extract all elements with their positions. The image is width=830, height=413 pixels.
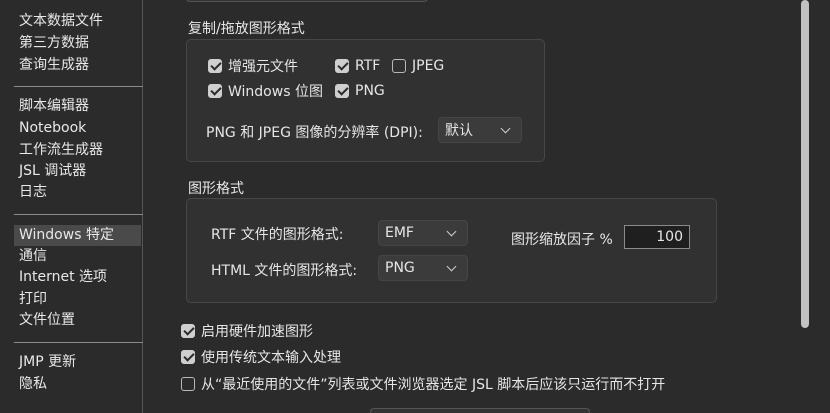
checkbox-box[interactable] <box>335 59 349 73</box>
sidebar-divider <box>14 86 143 87</box>
sidebar-item-log[interactable]: 日志 <box>14 182 141 203</box>
sidebar-item-file-locations[interactable]: 文件位置 <box>14 310 141 331</box>
sidebar-divider <box>14 342 143 343</box>
graphics-format-section-title: 图形格式 <box>188 181 244 197</box>
sidebar-item-workflow-builder[interactable]: 工作流生成器 <box>14 140 141 161</box>
sidebar-item-jmp-updates[interactable]: JMP 更新 <box>14 352 141 373</box>
checkbox-box[interactable] <box>181 350 195 364</box>
checkbox-box[interactable] <box>181 377 195 391</box>
checkbox-label: 启用硬件加速图形 <box>201 324 313 340</box>
chevron-down-icon <box>446 261 457 272</box>
preferences-sidebar: 文本数据文件 第三方数据 查询生成器 脚本编辑器 Notebook 工作流生成器… <box>14 0 143 413</box>
rtf-format-dropdown[interactable]: EMF <box>378 220 468 246</box>
checkbox-box[interactable] <box>181 324 195 338</box>
sidebar-item-internet-options[interactable]: Internet 选项 <box>14 267 141 288</box>
rtf-format-label: RTF 文件的图形格式: <box>211 227 344 243</box>
checkbox-box[interactable] <box>208 84 222 98</box>
sidebar-item-script-editor[interactable]: 脚本编辑器 <box>14 96 141 117</box>
scale-factor-label: 图形缩放因子 % <box>511 232 613 248</box>
resolution-dropdown[interactable]: 默认 <box>438 117 522 143</box>
checkbox-windows-bitmap[interactable]: Windows 位图 <box>208 82 323 100</box>
sidebar-item-privacy[interactable]: 隐私 <box>14 374 141 395</box>
checkbox-label: PNG <box>355 83 385 99</box>
checkbox-hardware-acceleration[interactable]: 启用硬件加速图形 <box>181 322 313 340</box>
chevron-down-icon <box>500 123 511 134</box>
checkbox-rtf[interactable]: RTF <box>335 57 380 75</box>
checkbox-legacy-text-input[interactable]: 使用传统文本输入处理 <box>181 348 341 366</box>
checkbox-label: 增强元文件 <box>228 59 298 75</box>
graphics-format-group <box>186 198 717 303</box>
resolution-label: PNG 和 JPEG 图像的分辨率 (DPI): <box>206 125 423 141</box>
sidebar-item-print[interactable]: 打印 <box>14 289 141 310</box>
sidebar-item-text-data-files[interactable]: 文本数据文件 <box>14 11 141 32</box>
sidebar-item-third-party-data[interactable]: 第三方数据 <box>14 33 141 54</box>
dropdown-value: EMF <box>385 225 414 241</box>
sidebar-item-notebook[interactable]: Notebook <box>14 118 141 139</box>
checkbox-run-jsl-without-opening[interactable]: 从“最近使用的文件”列表或文件浏览器选定 JSL 脚本后应该只运行而不打开 <box>181 375 665 393</box>
copy-drag-section-title: 复制/拖放图形格式 <box>188 21 305 37</box>
html-format-label: HTML 文件的图形格式: <box>211 263 358 279</box>
sidebar-item-query-builder[interactable]: 查询生成器 <box>14 55 141 76</box>
sidebar-item-communications[interactable]: 通信 <box>14 246 141 267</box>
checkbox-label: 使用传统文本输入处理 <box>201 350 341 366</box>
checkbox-box[interactable] <box>208 59 222 73</box>
checkbox-box[interactable] <box>335 84 349 98</box>
html-format-dropdown[interactable]: PNG <box>378 255 468 281</box>
checkbox-label: JPEG <box>412 58 445 74</box>
sidebar-item-windows-specific[interactable]: Windows 特定 <box>14 225 141 246</box>
checkbox-label: RTF <box>355 58 381 74</box>
checkbox-enhanced-metafile[interactable]: 增强元文件 <box>208 57 298 75</box>
dropdown-value: 默认 <box>445 123 473 139</box>
sidebar-item-jsl-debugger[interactable]: JSL 调试器 <box>14 161 141 182</box>
vertical-scrollbar-thumb[interactable] <box>801 0 809 328</box>
checkbox-label: 从“最近使用的文件”列表或文件浏览器选定 JSL 脚本后应该只运行而不打开 <box>201 377 666 393</box>
dropdown-value: PNG <box>385 260 415 276</box>
checkbox-label: Windows 位图 <box>228 84 323 100</box>
sidebar-divider <box>14 214 143 215</box>
checkbox-box[interactable] <box>392 59 406 73</box>
next-control-edge <box>370 408 590 413</box>
scale-factor-input[interactable]: 100 <box>624 225 690 249</box>
previous-group-edge <box>186 0 428 2</box>
chevron-down-icon <box>446 226 457 237</box>
checkbox-png[interactable]: PNG <box>335 82 385 100</box>
checkbox-jpeg[interactable]: JPEG <box>392 57 444 75</box>
